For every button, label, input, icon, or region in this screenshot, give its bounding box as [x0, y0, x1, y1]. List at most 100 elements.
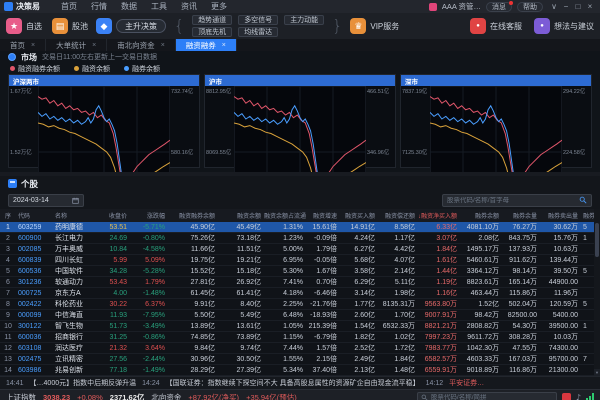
- table-row[interactable]: 9000099中信海直11.93-7.95%5.50亿5.49亿6.48%-18…: [0, 310, 594, 321]
- feature-chip-多空信号[interactable]: 多空信号: [238, 15, 278, 25]
- col-header-融券偿还量[interactable]: 融券偿还量: [581, 211, 594, 220]
- scrollbar-thumb[interactable]: [595, 223, 599, 257]
- col-header-融资偿还额[interactable]: 融资偿还额: [378, 211, 418, 220]
- cell-融券余量: 116.86万: [502, 365, 540, 375]
- cell-融资买入额: 3.58亿: [340, 266, 378, 276]
- feature-chip-顶底先机[interactable]: 顶底先机: [192, 27, 232, 37]
- col-header-融资融券余额[interactable]: 融资融券余额: [168, 211, 218, 220]
- tab-融资融券[interactable]: 融资融券×: [176, 39, 237, 51]
- col-header-序[interactable]: 序: [0, 211, 16, 220]
- col-header-融资增速[interactable]: 融资增速: [306, 211, 340, 220]
- shortcut-stock-pool-icon[interactable]: ▤股池: [52, 18, 88, 34]
- feedback-icon-button[interactable]: ●想法与建议: [534, 18, 594, 34]
- col-header-融券卖出量[interactable]: 融券卖出量: [540, 211, 581, 220]
- table-row[interactable]: 5600536中国软件34.28-5.28%15.52亿15.18亿5.30%1…: [0, 266, 594, 277]
- feature-chip-均线雷达[interactable]: 均线雷达: [238, 27, 278, 37]
- minimize-button[interactable]: −: [560, 2, 572, 11]
- col-header-融券余量[interactable]: 融券余量: [502, 211, 540, 220]
- vip-service[interactable]: ♛ VIP服务: [350, 18, 399, 34]
- tab-close-icon[interactable]: ×: [161, 42, 165, 49]
- table-scrollbar[interactable]: ▼: [594, 209, 600, 376]
- cell-融资偿还额: 4.42亿: [378, 244, 418, 254]
- table-row[interactable]: 3002085万丰奥威10.84-4.58%11.66亿11.51亿5.00%1…: [0, 244, 594, 255]
- tab-close-icon[interactable]: ×: [92, 42, 96, 49]
- table-row[interactable]: 8002422科伦药业30.226.37%9.91亿8.40亿2.25%-21.…: [0, 299, 594, 310]
- maximize-button[interactable]: □: [572, 2, 584, 11]
- news-ticker[interactable]: 14:41【…4000元】指数中后期反弹升温14:24【国联证券：指数继续下探空…: [0, 376, 600, 389]
- feature-chip-趋势通道[interactable]: 趋势通道: [192, 15, 232, 25]
- col-header-融资买入额[interactable]: 融资买入额: [340, 211, 378, 220]
- cell-融资增速: 15.61倍: [306, 222, 340, 232]
- col-header-涨跌幅[interactable]: 涨跌幅: [130, 211, 168, 220]
- cell-融资增速: 1.79倍: [306, 244, 340, 254]
- menu-item-2[interactable]: 数据: [121, 1, 137, 12]
- menu-item-1[interactable]: 行情: [91, 1, 107, 12]
- tray-icon[interactable]: ∨: [548, 2, 560, 11]
- table-row[interactable]: 7000725京东方A4.00-1.48%61.45亿61.41亿4.18%-6…: [0, 288, 594, 299]
- messages-button[interactable]: 消息: [486, 2, 512, 12]
- legend-dot-icon: [124, 66, 129, 71]
- col-header-融资余额[interactable]: 融资余额: [218, 211, 264, 220]
- cell-融资融券余额: 61.45亿: [168, 288, 218, 298]
- scroll-down-arrow[interactable]: ▼: [594, 369, 600, 376]
- table-row[interactable]: 1603259药明康德53.51-5.71%45.90亿45.49亿1.31%1…: [0, 222, 594, 233]
- sound-icon[interactable]: ♪: [576, 393, 581, 400]
- network-signal-icon: [586, 393, 594, 400]
- shortcut-favorites-icon[interactable]: ★自选: [6, 18, 42, 34]
- customer-service-icon-button[interactable]: ●在线客服: [470, 18, 522, 34]
- close-button[interactable]: ×: [584, 2, 596, 11]
- table-row[interactable]: 12603108润达医疗21.323.64%9.84亿9.74亿7.44%1.5…: [0, 343, 594, 354]
- main-rise-decision[interactable]: ◆ 主升决策: [96, 18, 166, 34]
- cell-代码: 600036: [16, 334, 53, 341]
- cell-名称: 万丰奥威: [53, 244, 97, 254]
- cell-融资余额: 73.18亿: [218, 233, 264, 243]
- cell-序: 1: [0, 224, 16, 231]
- tab-close-icon[interactable]: ×: [31, 42, 35, 49]
- menu-item-5[interactable]: 更多: [211, 1, 227, 12]
- cell-融资余额占流通市值比: 6.95%: [264, 257, 306, 264]
- cell-融券偿还量: 5: [581, 268, 594, 275]
- cell-收盘价: 11.93: [97, 312, 130, 319]
- col-header-融券余额[interactable]: 融券余额: [460, 211, 502, 220]
- legend-label: 融资融券余额: [18, 64, 60, 74]
- menu-item-3[interactable]: 工具: [151, 1, 167, 12]
- tab-首页[interactable]: 首页 ×: [0, 39, 46, 51]
- stock-search[interactable]: [442, 194, 592, 207]
- tab-大单统计[interactable]: 大单统计×: [46, 39, 107, 51]
- col-header-融资余额占流通市值比[interactable]: 融资余额占流通市值比: [264, 211, 306, 220]
- account-avatar[interactable]: [429, 3, 437, 11]
- feature-chip-主力动能[interactable]: 主力动能: [284, 15, 324, 25]
- stock-search-input[interactable]: [447, 197, 576, 204]
- table-row[interactable]: 13002475立讯精密27.56-2.44%30.96亿30.50亿1.55%…: [0, 354, 594, 365]
- table-row[interactable]: 10300122智飞生物51.73-3.49%13.89亿13.61亿1.05%…: [0, 321, 594, 332]
- chip-col-2: 主力动能: [284, 15, 324, 37]
- col-header-收盘价[interactable]: 收盘价: [97, 211, 130, 220]
- status-item-5: +87.92亿(净买): [188, 392, 239, 400]
- vip-icon: ♛: [350, 18, 366, 34]
- account-name[interactable]: AAA 资管…: [442, 1, 481, 12]
- col-header-代码[interactable]: 代码: [16, 211, 53, 220]
- cell-融资偿还额: 1.70亿: [378, 310, 418, 320]
- menu-item-4[interactable]: 资讯: [181, 1, 197, 12]
- col-header-名称[interactable]: 名称: [53, 211, 97, 220]
- decision-button[interactable]: 主升决策: [116, 19, 166, 33]
- cell-名称: 四川长虹: [53, 255, 97, 265]
- tab-close-icon[interactable]: ×: [222, 42, 226, 49]
- table-row[interactable]: 14603986兆易创新77.18-1.49%28.29亿27.39亿5.34%…: [0, 365, 594, 376]
- table-row[interactable]: 6301236软通动力53.431.79%27.81亿26.92亿7.41%0.…: [0, 277, 594, 288]
- date-picker[interactable]: 2024-03-14: [8, 194, 84, 207]
- table-row[interactable]: 11600036招商银行31.25-0.86%74.85亿73.89亿1.15%…: [0, 332, 594, 343]
- tab-label: 首页: [10, 40, 25, 51]
- table-row[interactable]: 4600839四川长虹5.995.09%19.75亿19.21亿6.95%-0.…: [0, 255, 594, 266]
- global-search-input[interactable]: [431, 394, 553, 400]
- cell-融券余量: 115.86万: [502, 288, 540, 298]
- global-search[interactable]: [417, 392, 557, 400]
- cell-融资增速: -18.93倍: [306, 310, 340, 320]
- market-label: 市场: [21, 52, 37, 63]
- col-header-融资净买入额[interactable]: ↓融资净买入额: [418, 211, 460, 220]
- alert-icon[interactable]: [562, 393, 571, 400]
- table-row[interactable]: 2600900长江电力24.69-0.80%75.26亿73.18亿1.23%-…: [0, 233, 594, 244]
- tab-南北向资金[interactable]: 南北向资金×: [107, 39, 176, 51]
- menu-item-0[interactable]: 首页: [61, 1, 77, 12]
- help-button[interactable]: 帮助: [517, 2, 543, 12]
